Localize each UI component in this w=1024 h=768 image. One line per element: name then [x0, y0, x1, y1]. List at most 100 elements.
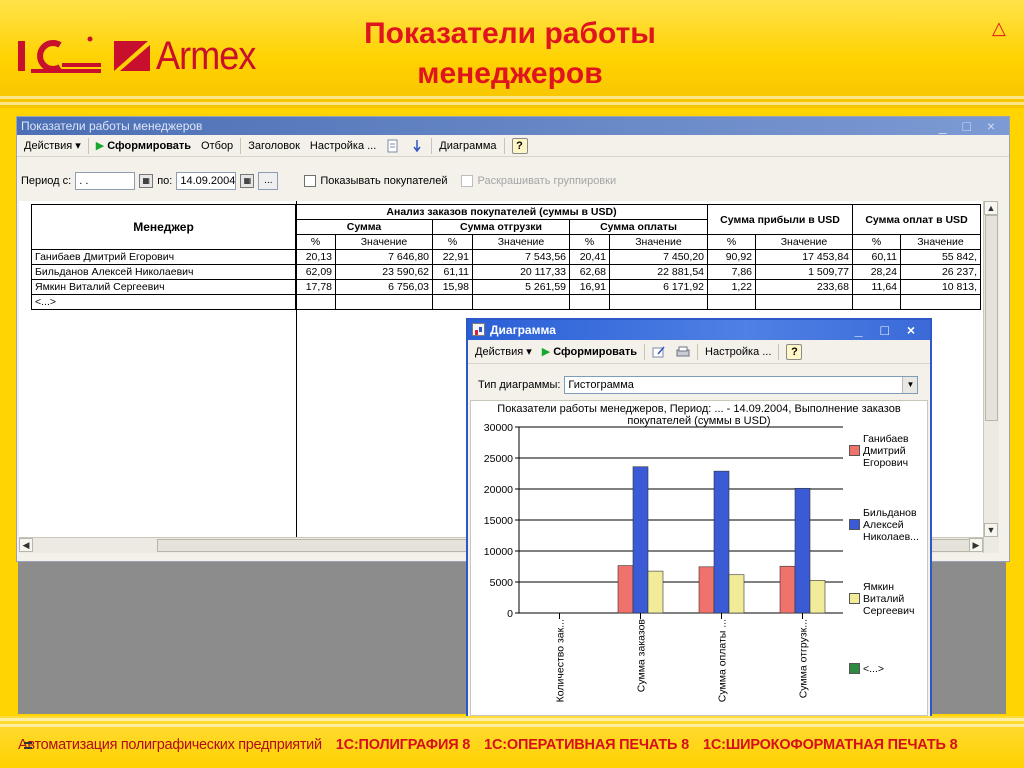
legend-label-line: Ямкин [863, 581, 895, 593]
table-cell: 11,64 [852, 279, 901, 295]
actions-menu[interactable]: Действия ▾ [470, 345, 537, 358]
calendar-icon[interactable]: ▦ [139, 174, 154, 188]
help-button[interactable]: ? [786, 343, 803, 360]
window-controls[interactable]: _ □ × [855, 320, 922, 340]
table-row[interactable]: <...> [31, 294, 981, 310]
form-button-label: Сформировать [107, 139, 192, 152]
chart-area: Показатели работы менеджеров, Период: ..… [470, 400, 928, 716]
col-header-value: Значение [472, 234, 570, 250]
table-cell [755, 294, 853, 310]
bar [794, 487, 811, 614]
bar [647, 570, 664, 614]
chart-type-row: Тип диаграммы: Гистограмма ▼ [478, 376, 919, 394]
nav-up-triangle-icon[interactable]: △ [992, 18, 1006, 39]
manager-name: <...> [31, 294, 296, 310]
manager-name: Бильданов Алексей Николаевич [31, 264, 296, 280]
window-controls[interactable]: _ □ × [939, 117, 1001, 135]
period-select-button[interactable]: ... [258, 172, 279, 190]
table-cell: 62,68 [569, 264, 610, 280]
table-cell [432, 294, 473, 310]
document-icon[interactable] [381, 139, 405, 153]
period-to-label: по: [157, 175, 173, 187]
toolbar-separator [697, 343, 699, 360]
bar [779, 565, 796, 614]
bar [809, 580, 826, 614]
menu-mark-icon[interactable] [24, 742, 32, 749]
settings-button[interactable]: Настройка ... [700, 346, 776, 358]
period-to-field[interactable]: 14.09.2004 [176, 172, 237, 190]
period-from-field[interactable]: . . [75, 172, 136, 190]
checkbox-box [304, 175, 317, 187]
report-window-title: Показатели работы менеджеров [21, 119, 203, 133]
actions-menu[interactable]: Действия ▾ [19, 139, 86, 152]
slide-title: Показатели работы менеджеров [300, 14, 720, 94]
scroll-thumb[interactable] [985, 215, 998, 421]
period-from-label: Период с: [21, 175, 72, 187]
diagram-button[interactable]: Диаграмма [434, 140, 501, 152]
table-cell [609, 294, 708, 310]
footer-text: Автоматизация полиграфических предприяти… [18, 737, 1018, 753]
col-header-value: Значение [755, 234, 853, 250]
table-cell: 7 450,20 [609, 249, 708, 265]
table-cell: 7,86 [707, 264, 756, 280]
chart-type-select[interactable]: Гистограмма ▼ [564, 376, 919, 394]
diagram-window-titlebar[interactable]: Диаграмма _ □ × [468, 320, 930, 340]
report-table: Менеджер Анализ заказов покупателей (сум… [31, 204, 981, 310]
table-row[interactable]: Бильданов Алексей Николаевич 62,09 23 59… [31, 264, 981, 280]
filter-button[interactable]: Отбор [196, 140, 238, 152]
col-header-pct: % [432, 234, 473, 250]
footer-stripe [0, 724, 1024, 727]
form-button[interactable]: ▶ Сформировать [537, 345, 642, 359]
expand-icon[interactable] [405, 139, 429, 153]
calendar-icon[interactable]: ▦ [240, 174, 255, 188]
legend-label-line: Егорович [863, 457, 909, 469]
header-button[interactable]: Заголовок [243, 140, 305, 152]
footer-product-wideformat[interactable]: 1С:ШИРОКОФОРМАТНАЯ ПЕЧАТЬ 8 [703, 737, 958, 753]
toolbar-separator [503, 137, 505, 154]
footer-product-operative[interactable]: 1С:ОПЕРАТИВНАЯ ПЕЧАТЬ 8 [484, 737, 689, 753]
help-button[interactable]: ? [511, 137, 528, 154]
toolbar-separator [644, 343, 646, 360]
table-cell: 26 237, [900, 264, 981, 280]
col-header-pct: % [707, 234, 756, 250]
group-header-profit: Сумма прибыли в USD [707, 204, 853, 235]
chart-type-label: Тип диаграммы: [478, 379, 561, 391]
table-cell: 17,78 [295, 279, 336, 295]
vertical-scrollbar[interactable]: ▲ ▼ [983, 201, 999, 553]
y-tick-label: 25000 [484, 453, 513, 465]
table-cell: 20,13 [295, 249, 336, 265]
report-window-titlebar[interactable]: Показатели работы менеджеров _ □ × [17, 117, 1009, 135]
diagram-toolbar: Действия ▾ ▶ Сформировать Настройка ... … [468, 340, 930, 364]
scroll-right-arrow-icon[interactable]: ▶ [969, 538, 983, 552]
legend-item: Ганибаев Дмитрий Егорович [849, 433, 909, 469]
toolbar-separator [240, 137, 242, 154]
scroll-left-arrow-icon[interactable]: ◀ [19, 538, 33, 552]
print-icon[interactable] [671, 345, 695, 359]
y-tick-label: 30000 [484, 422, 513, 434]
show-buyers-checkbox[interactable]: Показывать покупателей [304, 175, 447, 187]
play-icon: ▶ [541, 346, 551, 358]
settings-button[interactable]: Настройка ... [305, 140, 381, 152]
edit-chart-icon[interactable] [647, 345, 671, 359]
dropdown-arrow-icon[interactable]: ▼ [902, 377, 918, 393]
table-cell: 6 171,92 [609, 279, 708, 295]
legend-label-line: Бильданов [863, 507, 917, 519]
table-row[interactable]: Ямкин Виталий Сергеевич 17,78 6 756,03 1… [31, 279, 981, 295]
toolbar-separator [87, 137, 89, 154]
chart-app-icon [472, 323, 485, 336]
col-header-manager: Менеджер [31, 204, 296, 250]
scroll-up-arrow-icon[interactable]: ▲ [984, 201, 998, 215]
table-cell: 1,22 [707, 279, 756, 295]
col-header-pct: % [852, 234, 901, 250]
legend-swatch [849, 663, 860, 674]
scroll-down-arrow-icon[interactable]: ▼ [984, 523, 998, 537]
form-button[interactable]: ▶ Сформировать [91, 139, 196, 153]
diagram-window-title: Диаграмма [490, 323, 556, 337]
footer-product-polygraphy[interactable]: 1С:ПОЛИГРАФИЯ 8 [336, 737, 471, 753]
form-button-label: Сформировать [553, 345, 638, 358]
y-tick-label: 5000 [490, 577, 514, 589]
color-groups-checkbox[interactable]: Раскрашивать группировки [461, 175, 616, 187]
show-buyers-label: Показывать покупателей [320, 175, 448, 187]
table-row[interactable]: Ганибаев Дмитрий Егорович 20,13 7 646,80… [31, 249, 981, 265]
x-tick-label: Сумма оплаты ... [717, 619, 729, 702]
